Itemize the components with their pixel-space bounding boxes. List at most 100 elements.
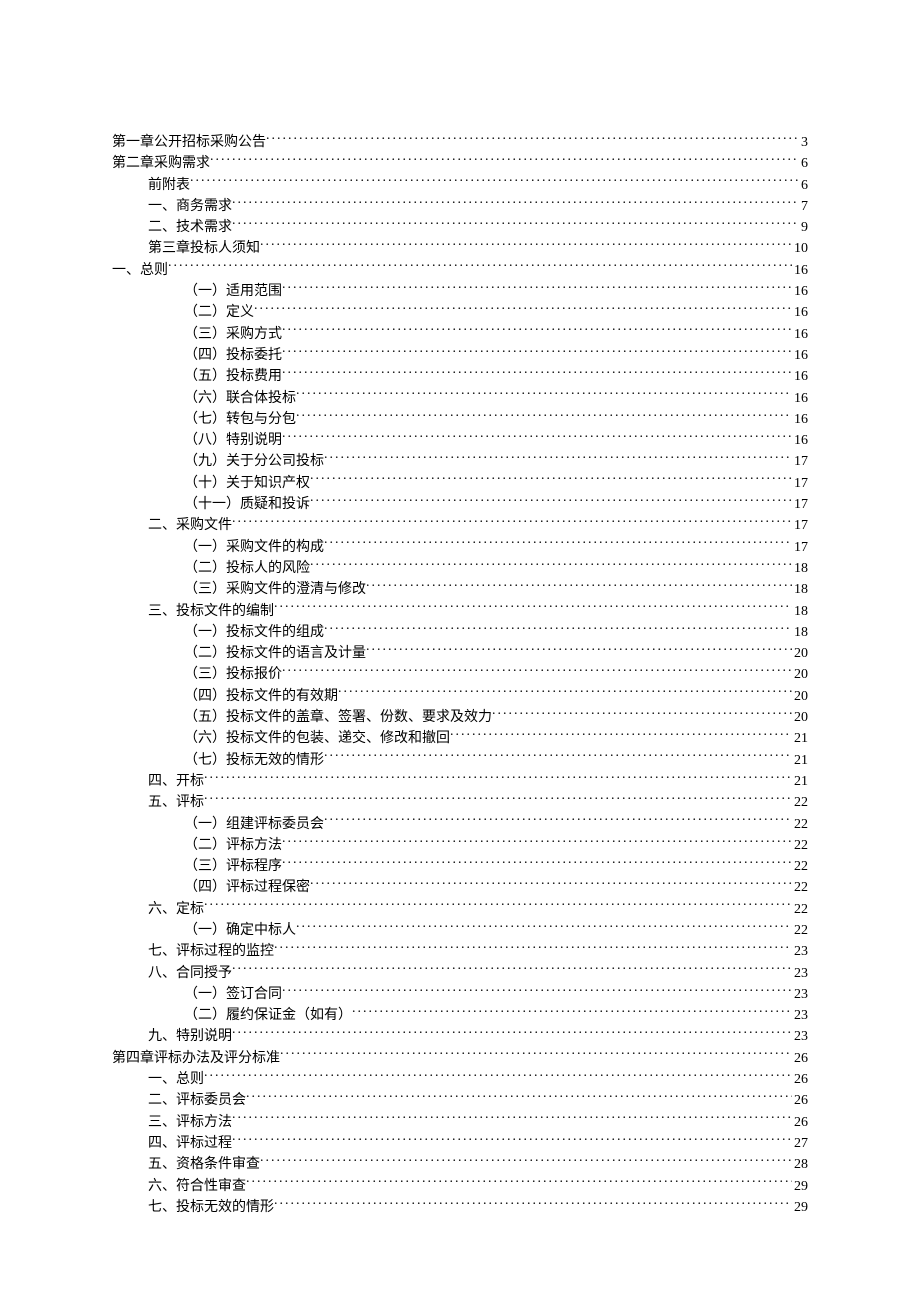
toc-title: 六、符合性审查 [148,1177,246,1197]
toc-title: （五）投标文件的盖章、签署、份数、要求及效力 [184,708,492,728]
toc-page-number: 18 [792,623,808,643]
toc-page-number: 6 [799,176,808,196]
toc-entry[interactable]: （一）确定中标人 22 [184,920,808,941]
toc-entry[interactable]: （六）投标文件的包装、递交、修改和撤回 21 [184,728,808,749]
toc-page-number: 17 [792,474,808,494]
toc-entry[interactable]: （二）投标文件的语言及计量 20 [184,643,808,664]
toc-page-number: 22 [792,878,808,898]
toc-title: 二、技术需求 [148,218,232,238]
toc-entry[interactable]: （一）适用范围 16 [184,281,808,302]
toc-leader-dots [232,1133,792,1147]
toc-entry[interactable]: 四、开标21 [148,771,808,792]
toc-title: 四、开标 [148,772,204,792]
toc-title: 五、评标 [148,793,204,813]
toc-leader-dots [274,601,792,615]
toc-page-number: 16 [792,346,808,366]
toc-entry[interactable]: （五）投标费用 16 [184,366,808,387]
toc-entry[interactable]: （八）特别说明 16 [184,430,808,451]
toc-page-number: 20 [792,708,808,728]
toc-entry[interactable]: （一）签订合同 23 [184,984,808,1005]
toc-entry[interactable]: （三）评标程序 22 [184,856,808,877]
toc-entry[interactable]: （四）评标过程保密 22 [184,877,808,898]
toc-entry[interactable]: 三、投标文件的编制18 [148,601,808,622]
toc-leader-dots [282,281,792,295]
toc-entry[interactable]: （十）关于知识产权 17 [184,473,808,494]
toc-entry[interactable]: （一）组建评标委员会 22 [184,814,808,835]
toc-entry[interactable]: 一、商务需求7 [148,196,808,217]
toc-entry[interactable]: （七）投标无效的情形 21 [184,750,808,771]
toc-entry[interactable]: 第一章公开招标采购公告3 [112,132,808,153]
toc-entry[interactable]: 二、采购文件17 [148,515,808,536]
toc-page-number: 26 [792,1049,808,1069]
toc-page-number: 21 [792,729,808,749]
toc-entry[interactable]: 第二章采购需求6 [112,153,808,174]
toc-title: 二、评标委员会 [148,1091,246,1111]
toc-leader-dots [282,835,792,849]
toc-entry[interactable]: （二）履约保证金（如有） 23 [184,1005,808,1026]
toc-title: （九）关于分公司投标 [184,452,324,472]
toc-entry[interactable]: 第四章评标办法及评分标准26 [112,1048,808,1069]
toc-leader-dots [296,920,792,934]
toc-title: 五、资格条件审查 [148,1155,260,1175]
toc-entry[interactable]: 九、特别说明23 [148,1026,808,1047]
toc-entry[interactable]: （三）投标报价 20 [184,664,808,685]
toc-entry[interactable]: （三）采购方式 16 [184,324,808,345]
toc-title: 一、总则 [112,261,168,281]
toc-entry[interactable]: 六、定标22 [148,899,808,920]
toc-entry[interactable]: （二）投标人的风险 18 [184,558,808,579]
toc-entry[interactable]: 五、评标22 [148,792,808,813]
toc-page-number: 16 [792,261,808,281]
toc-title: （四）评标过程保密 [184,878,310,898]
toc-page-number: 22 [792,836,808,856]
toc-entry[interactable]: （一）投标文件的组成 18 [184,622,808,643]
toc-entry[interactable]: （二）评标方法 22 [184,835,808,856]
toc-title: （七）投标无效的情形 [184,751,324,771]
toc-leader-dots [338,686,792,700]
toc-entry[interactable]: 一、总则26 [148,1069,808,1090]
toc-entry[interactable]: 六、符合性审查29 [148,1176,808,1197]
toc-entry[interactable]: （五）投标文件的盖章、签署、份数、要求及效力 20 [184,707,808,728]
toc-page-number: 22 [792,815,808,835]
toc-entry[interactable]: 四、评标过程27 [148,1133,808,1154]
toc-entry[interactable]: （九）关于分公司投标 17 [184,451,808,472]
toc-page-number: 28 [792,1155,808,1175]
toc-leader-dots [204,1069,792,1083]
toc-title: （二）投标人的风险 [184,559,310,579]
toc-leader-dots [190,175,799,189]
toc-title: （十）关于知识产权 [184,474,310,494]
toc-title: （五）投标费用 [184,367,282,387]
toc-title: （二）履约保证金（如有） [184,1006,352,1026]
toc-page-number: 23 [792,942,808,962]
toc-title: 八、合同授予 [148,964,232,984]
toc-entry[interactable]: 七、投标无效的情形29 [148,1197,808,1218]
toc-entry[interactable]: （二）定义 16 [184,302,808,323]
toc-entry[interactable]: 前附表 6 [148,175,808,196]
toc-leader-dots [260,1154,792,1168]
toc-entry[interactable]: 二、技术需求9 [148,217,808,238]
toc-title: （二）投标文件的语言及计量 [184,644,366,664]
toc-entry[interactable]: （六）联合体投标 16 [184,388,808,409]
toc-entry[interactable]: 第三章投标人须知10 [148,238,808,259]
toc-entry[interactable]: （三）采购文件的澄清与修改 18 [184,579,808,600]
toc-title: （一）投标文件的组成 [184,623,324,643]
toc-page-number: 7 [799,197,808,217]
toc-entry[interactable]: （四）投标文件的有效期 20 [184,686,808,707]
toc-title: （一）采购文件的构成 [184,538,324,558]
toc-entry[interactable]: （一）采购文件的构成 17 [184,537,808,558]
toc-leader-dots [282,345,792,359]
toc-title: 前附表 [148,176,190,196]
toc-entry[interactable]: （十一）质疑和投诉 17 [184,494,808,515]
toc-entry[interactable]: （七）转包与分包 16 [184,409,808,430]
toc-title: 第二章采购需求 [112,154,210,174]
toc-entry[interactable]: （四）投标委托 16 [184,345,808,366]
toc-leader-dots [296,388,792,402]
toc-leader-dots [492,707,792,721]
toc-entry[interactable]: 五、资格条件审查 28 [148,1154,808,1175]
toc-page-number: 27 [792,1134,808,1154]
toc-entry[interactable]: 八、合同授予23 [148,963,808,984]
toc-entry[interactable]: 一、总则 16 [112,260,808,281]
toc-entry[interactable]: 三、评标方法26 [148,1112,808,1133]
toc-leader-dots [310,877,792,891]
toc-entry[interactable]: 七、评标过程的监控23 [148,941,808,962]
toc-entry[interactable]: 二、评标委员会26 [148,1090,808,1111]
